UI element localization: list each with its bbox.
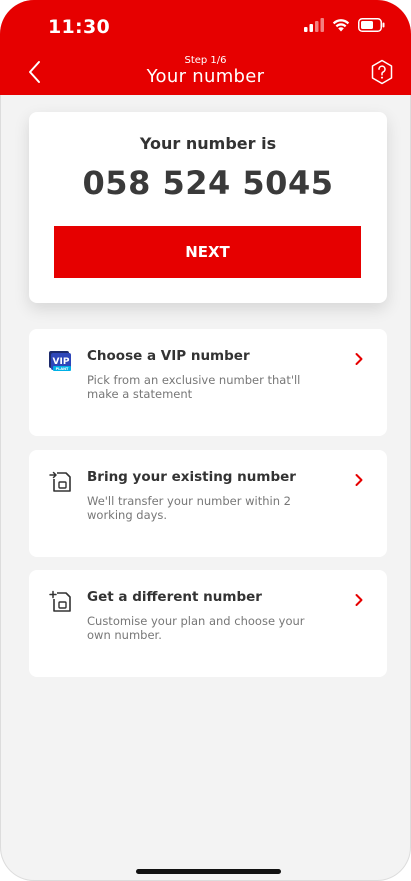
option-description: Customise your plan and choose your own … bbox=[87, 614, 305, 642]
option-vip-number[interactable]: VIP PLANT Choose a VIP number Pick from … bbox=[29, 329, 387, 436]
home-indicator[interactable] bbox=[136, 869, 281, 874]
phone-screen: 11:30 Step 1/6 Your number Your number i… bbox=[0, 0, 411, 881]
status-icons bbox=[304, 18, 385, 32]
chevron-right-icon bbox=[355, 594, 363, 606]
option-description: Pick from an exclusive number that'll ma… bbox=[87, 373, 301, 401]
help-icon[interactable] bbox=[370, 59, 394, 85]
status-time: 11:30 bbox=[48, 16, 110, 38]
next-button[interactable]: NEXT bbox=[54, 226, 361, 278]
number-card: Your number is 058 524 5045 NEXT bbox=[29, 112, 387, 303]
number-label: Your number is bbox=[139, 134, 277, 153]
vip-icon: VIP PLANT bbox=[49, 351, 71, 371]
page-title: Your number bbox=[146, 66, 265, 87]
chevron-right-icon bbox=[355, 474, 363, 486]
header: 11:30 Step 1/6 Your number bbox=[0, 0, 411, 95]
signal-icon bbox=[304, 18, 324, 32]
vip-badge-text: VIP bbox=[53, 357, 70, 367]
option-different-number[interactable]: Get a different number Customise your pl… bbox=[29, 570, 387, 677]
wifi-icon bbox=[332, 19, 350, 32]
option-title: Bring your existing number bbox=[87, 469, 296, 485]
option-bring-existing-number[interactable]: Bring your existing number We'll transfe… bbox=[29, 450, 387, 557]
option-title: Get a different number bbox=[87, 589, 262, 605]
sim-transfer-icon bbox=[49, 471, 71, 492]
battery-icon bbox=[358, 18, 385, 32]
step-indicator: Step 1/6 bbox=[184, 55, 227, 66]
chevron-right-icon bbox=[355, 353, 363, 365]
sim-add-icon bbox=[49, 590, 71, 612]
option-description: We'll transfer your number within 2 work… bbox=[87, 494, 291, 522]
vip-badge-subtext: PLANT bbox=[56, 367, 69, 371]
phone-number: 058 524 5045 bbox=[82, 164, 334, 202]
option-title: Choose a VIP number bbox=[87, 348, 250, 364]
